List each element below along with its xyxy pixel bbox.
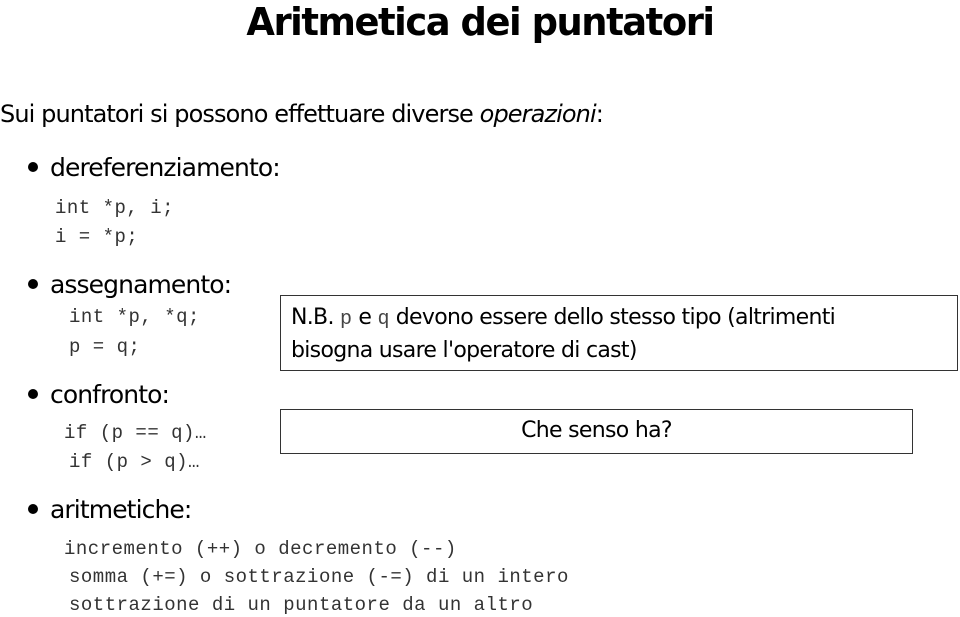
code-line: sottrazione di un puntatore da un altro — [69, 594, 534, 616]
bullet-dot-icon — [28, 504, 38, 514]
note-box: N.B. p e q devono essere dello stesso ti… — [280, 295, 958, 371]
note-line1: devono essere dello stesso tipo (altrime… — [389, 305, 836, 330]
bullet-heading: aritmetiche: — [50, 495, 192, 524]
note-var-q: q — [377, 308, 390, 331]
bullet-assegnamento: assegnamento: — [28, 270, 232, 299]
note-line2: bisogna usare l'operatore di cast) — [291, 338, 637, 363]
bullet-heading: assegnamento: — [50, 270, 232, 299]
note-conj: e — [352, 305, 378, 330]
bullet-dot-icon — [28, 389, 38, 399]
code-line: int *p, *q; — [69, 306, 200, 328]
note-var-p: p — [340, 308, 353, 331]
note-text: N.B. p e q devono essere dello stesso ti… — [291, 302, 836, 366]
intro-plain: Sui puntatori si possono effettuare dive… — [0, 100, 480, 128]
bullet-dereferenziamento: dereferenziamento: — [28, 153, 281, 182]
code-line: p = q; — [69, 336, 141, 358]
intro-emphasis: operazioni — [479, 100, 597, 128]
question-box: Che senso ha? — [280, 409, 913, 454]
bullet-dot-icon — [28, 162, 38, 172]
bullet-confronto: confronto: — [28, 380, 170, 409]
intro-text: Sui puntatori si possono effettuare dive… — [0, 100, 604, 128]
bullet-dot-icon — [28, 279, 38, 289]
question-text: Che senso ha? — [521, 418, 672, 443]
note-prefix: N.B. — [291, 305, 341, 330]
code-line: i = *p; — [55, 226, 139, 248]
code-line: if (p > q)… — [69, 451, 200, 473]
code-line: somma (+=) o sottrazione (-=) di un inte… — [69, 566, 569, 588]
bullet-heading: dereferenziamento: — [50, 153, 281, 182]
code-line: if (p == q)… — [64, 422, 207, 444]
slide-title: Aritmetica dei puntatori — [246, 0, 715, 44]
intro-suffix: : — [595, 100, 604, 128]
code-line: incremento (++) o decremento (--) — [64, 538, 457, 560]
code-line: int *p, i; — [55, 197, 175, 219]
bullet-heading: confronto: — [50, 380, 170, 409]
bullet-aritmetiche: aritmetiche: — [28, 495, 192, 524]
